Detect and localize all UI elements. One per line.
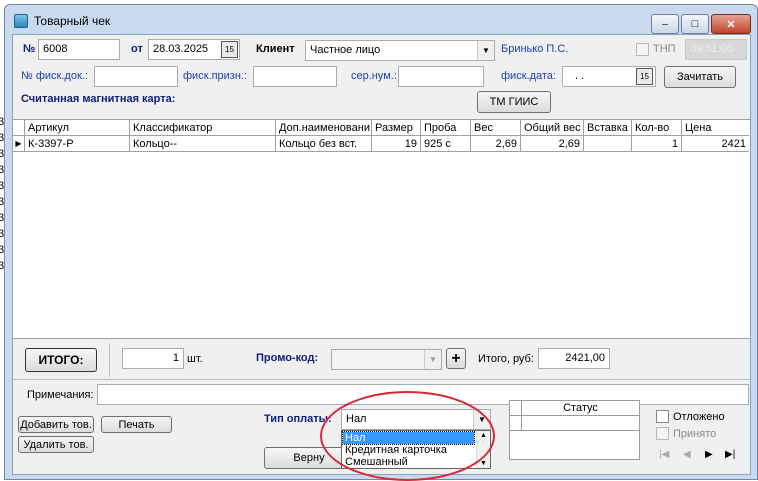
serial-field[interactable] [398, 66, 484, 87]
cell-price[interactable]: 2421 [682, 136, 749, 152]
deferred-label: Отложено [673, 411, 725, 423]
scroll-down-icon[interactable]: ▼ [480, 460, 487, 467]
delete-item-button[interactable]: Удалить тов. [18, 436, 94, 453]
close-button[interactable]: ✕ [711, 14, 751, 34]
sum-label: Итого, руб: [478, 353, 534, 365]
highlight-oval [320, 391, 495, 481]
accepted-label: Принято [673, 428, 717, 440]
total-button[interactable]: ИТОГО: [25, 348, 97, 372]
minimize-icon: ‒ [662, 18, 668, 30]
table-header: Артикул Классификатор Доп.наименовани Ра… [13, 120, 749, 136]
client-person: Бринько П.С. [501, 43, 569, 55]
column-header[interactable]: Вес [471, 120, 521, 136]
print-button[interactable]: Печать [101, 416, 172, 433]
cell-insert[interactable] [584, 136, 632, 152]
add-item-button[interactable]: Добавить тов. [18, 416, 94, 433]
table-row[interactable]: ▶ К-3397-Р Кольцо-- Кольцо без вст. 19 9… [13, 136, 749, 152]
status-header-row: Статус [510, 401, 639, 416]
column-header[interactable]: Доп.наименовани [276, 120, 372, 136]
chevron-down-icon: ▼ [424, 350, 441, 369]
column-header[interactable]: Цена [682, 120, 749, 136]
column-header[interactable]: Классификатор [130, 120, 276, 136]
number-label: № [23, 43, 36, 55]
minimize-button[interactable]: ‒ [651, 14, 679, 34]
window-title: Товарный чек [34, 14, 111, 28]
first-record-icon[interactable]: |◀ [659, 449, 669, 460]
column-header[interactable]: Проба [421, 120, 471, 136]
maximize-button[interactable]: □ [681, 14, 709, 34]
sum-field[interactable]: 2421,00 [538, 348, 610, 369]
fisc-sign-field[interactable] [253, 66, 337, 87]
app-icon [14, 14, 28, 28]
status-header[interactable]: Статус [522, 402, 639, 414]
title-bar[interactable]: Товарный чек ‒ □ ✕ [5, 5, 757, 35]
notes-label: Примечания: [27, 389, 94, 401]
maximize-icon: □ [691, 18, 699, 30]
qty-unit: шт. [187, 353, 203, 365]
section-divider [13, 379, 750, 380]
totals-divider [109, 343, 110, 377]
accepted-checkbox[interactable] [656, 427, 669, 440]
cell-probe[interactable]: 925 с [421, 136, 471, 152]
client-label: Клиент [256, 43, 295, 55]
column-header[interactable]: Артикул [25, 120, 130, 136]
calendar-icon[interactable]: 15 [636, 68, 653, 85]
column-header[interactable]: Кол-во [632, 120, 682, 136]
add-promo-button[interactable]: + [446, 348, 466, 369]
payment-label: Тип оплаты: [264, 413, 332, 425]
row-indicator-header [13, 120, 25, 136]
tm-giis-button[interactable]: ТМ ГИИС [477, 91, 551, 113]
previous-record-icon[interactable]: ◀ [683, 449, 691, 460]
calendar-icon[interactable]: 15 [221, 41, 238, 58]
qty-field[interactable]: 1 [122, 348, 184, 369]
row-pointer-icon: ▶ [13, 136, 25, 152]
fisc-date-label: фиск.дата: [501, 70, 556, 82]
next-record-icon[interactable]: ▶ [705, 449, 713, 460]
fisc-sign-label: фиск.призн.: [183, 70, 248, 82]
fisc-doc-label: № фиск.док.: [21, 70, 88, 82]
client-value: Частное лицо [310, 44, 381, 56]
cell-extra-name[interactable]: Кольцо без вст. [276, 136, 372, 152]
fisc-doc-field[interactable] [94, 66, 178, 87]
cell-total-weight[interactable]: 2,69 [521, 136, 584, 152]
client-select[interactable]: Частное лицо ▼ [305, 40, 495, 61]
column-header[interactable]: Вставка [584, 120, 632, 136]
tnp-checkbox[interactable] [636, 43, 649, 56]
last-record-icon[interactable]: ▶| [725, 449, 735, 460]
deferred-checkbox[interactable] [656, 410, 669, 423]
date-value: 28.03.2025 [153, 43, 209, 55]
cell-weight[interactable]: 2,69 [471, 136, 521, 152]
serial-label: сер.нум.: [351, 70, 397, 82]
status-row[interactable] [510, 416, 639, 431]
chevron-down-icon: ▼ [477, 41, 494, 60]
magnetic-card-label: Считанная магнитная карта: [21, 93, 176, 105]
cell-article[interactable]: К-3397-Р [25, 136, 130, 152]
date-label: от [131, 43, 143, 55]
status-grid: Статус [509, 400, 640, 460]
tnp-time-field: 09:51:00 [685, 39, 747, 60]
read-button[interactable]: Зачитать [664, 66, 736, 88]
column-header[interactable]: Размер [372, 120, 421, 136]
number-field[interactable]: 6008 [38, 39, 120, 60]
column-header[interactable]: Общий вес [521, 120, 584, 136]
tnp-label: ТНП [653, 43, 676, 55]
promo-select[interactable]: ▼ [331, 349, 442, 370]
promo-label: Промо-код: [256, 352, 319, 364]
cell-size[interactable]: 19 [372, 136, 421, 152]
items-table: Артикул Классификатор Доп.наименовани Ра… [13, 119, 750, 339]
cell-qty[interactable]: 1 [632, 136, 682, 152]
plus-icon: + [451, 349, 461, 367]
cell-classifier[interactable]: Кольцо-- [130, 136, 276, 152]
close-icon: ✕ [726, 18, 736, 31]
